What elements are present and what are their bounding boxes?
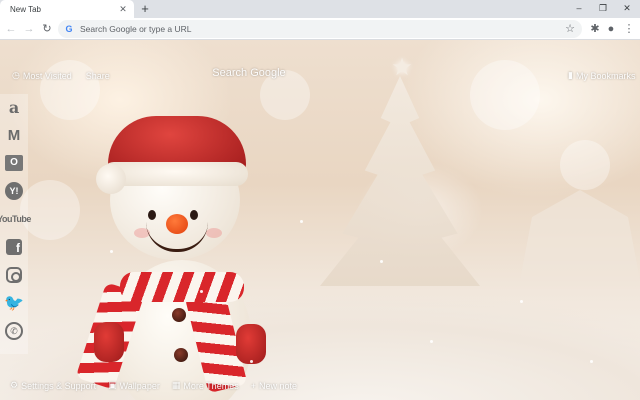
restore-icon[interactable]: ❐: [596, 2, 610, 14]
bookmarks-label: My Bookmarks: [575, 70, 636, 81]
quick-links-sidebar: a M O Y! YouTube f 🐦 ✆: [0, 94, 31, 354]
window-close-icon[interactable]: ✕: [620, 2, 634, 14]
close-tab-icon[interactable]: ✕: [118, 4, 128, 14]
snowman-mitten: [236, 324, 266, 364]
most-visited-link[interactable]: ◷ Most Visited: [12, 70, 72, 81]
image-icon: ▣: [108, 380, 117, 390]
twitter-icon[interactable]: 🐦: [3, 292, 25, 314]
omnibox[interactable]: G ☆: [58, 20, 582, 38]
grid-icon: ▦: [171, 380, 181, 390]
tab-strip: New Tab ✕ + – ❐ ✕: [0, 0, 640, 18]
star-icon[interactable]: ☆: [564, 23, 576, 35]
snowman-eye: [190, 210, 198, 220]
settings-label: Settings & Support: [21, 380, 97, 391]
reload-icon[interactable]: ↻: [40, 22, 54, 36]
more-themes-link[interactable]: ▦ More Themes: [172, 380, 239, 391]
extensions-icon[interactable]: ✱: [588, 22, 602, 36]
whatsapp-icon[interactable]: ✆: [3, 320, 25, 342]
snowman-pompom: [96, 164, 126, 194]
snow-house: [520, 190, 640, 280]
new-tab-page: ★ ◷ Most Visited Share Search Google ▮ M…: [0, 40, 640, 400]
tree-body: [320, 76, 480, 286]
bokeh-light: [20, 180, 80, 240]
yahoo-glyph: Y!: [5, 182, 23, 200]
new-note-label: New note: [258, 380, 297, 391]
whatsapp-glyph: ✆: [5, 322, 23, 340]
yahoo-icon[interactable]: Y!: [3, 180, 25, 202]
facebook-glyph: f: [6, 239, 22, 255]
new-tab-button[interactable]: +: [138, 2, 152, 16]
plus-icon: +: [250, 380, 256, 391]
more-themes-label: More Themes: [183, 380, 239, 391]
settings-link[interactable]: ⚙ Settings & Support: [10, 380, 96, 391]
facebook-icon[interactable]: f: [3, 236, 25, 258]
new-note-link[interactable]: + New note: [251, 381, 297, 391]
snowflake: [590, 360, 593, 363]
back-arrow-icon[interactable]: ←: [4, 22, 18, 36]
bokeh-light: [470, 60, 540, 130]
snowman-button: [172, 308, 186, 322]
snowman-scarf: [120, 272, 244, 302]
search-google-field[interactable]: Search Google: [200, 67, 298, 79]
browser-toolbar: ← → ↻ G ☆ ✱ ● ⋮: [0, 18, 640, 40]
share-link[interactable]: Share: [86, 71, 110, 81]
youtube-icon[interactable]: YouTube: [0, 208, 31, 230]
wallpaper-link[interactable]: ▣ Wallpaper: [108, 380, 160, 391]
clock-icon: ◷: [12, 70, 20, 80]
snowman-eye: [148, 210, 156, 220]
snowflake: [300, 220, 303, 223]
tab-new-tab[interactable]: New Tab ✕: [0, 0, 134, 18]
amazon-icon[interactable]: a: [3, 96, 25, 118]
snowflake: [110, 250, 113, 253]
tree-star-icon: ★: [391, 54, 413, 81]
google-icon: G: [65, 24, 73, 34]
menu-icon[interactable]: ⋮: [622, 22, 636, 36]
gmail-icon[interactable]: M: [3, 124, 25, 146]
snowman: [75, 110, 270, 400]
snowman-button: [174, 348, 188, 362]
snowflake: [380, 260, 383, 263]
top-left-links: ◷ Most Visited Share: [12, 70, 110, 81]
address-input[interactable]: [80, 24, 564, 34]
snowflake: [520, 300, 523, 303]
snowflake: [250, 360, 253, 363]
tab-title: New Tab: [10, 4, 41, 14]
bottom-toolbar: ⚙ Settings & Support ▣ Wallpaper ▦ More …: [10, 380, 297, 391]
outlook-icon[interactable]: O: [3, 152, 25, 174]
bokeh-light: [560, 140, 610, 190]
wallpaper-label: Wallpaper: [119, 380, 160, 391]
snowman-cheek: [206, 228, 222, 238]
instagram-icon[interactable]: [3, 264, 25, 286]
snowflake: [200, 290, 203, 293]
outlook-glyph: O: [5, 155, 23, 171]
bookmark-icon: ▮: [568, 70, 573, 80]
minimize-icon[interactable]: –: [572, 2, 586, 14]
profile-icon[interactable]: ●: [604, 22, 618, 36]
forward-arrow-icon[interactable]: →: [22, 22, 36, 36]
gear-icon: ⚙: [10, 380, 19, 390]
snowman-nose: [166, 214, 188, 234]
instagram-glyph: [6, 267, 22, 283]
snowflake: [430, 340, 433, 343]
bookmarks-link[interactable]: ▮ My Bookmarks: [568, 70, 635, 81]
snowman-mitten: [94, 322, 124, 362]
christmas-tree: ★: [320, 56, 480, 286]
most-visited-label: Most Visited: [22, 70, 72, 81]
